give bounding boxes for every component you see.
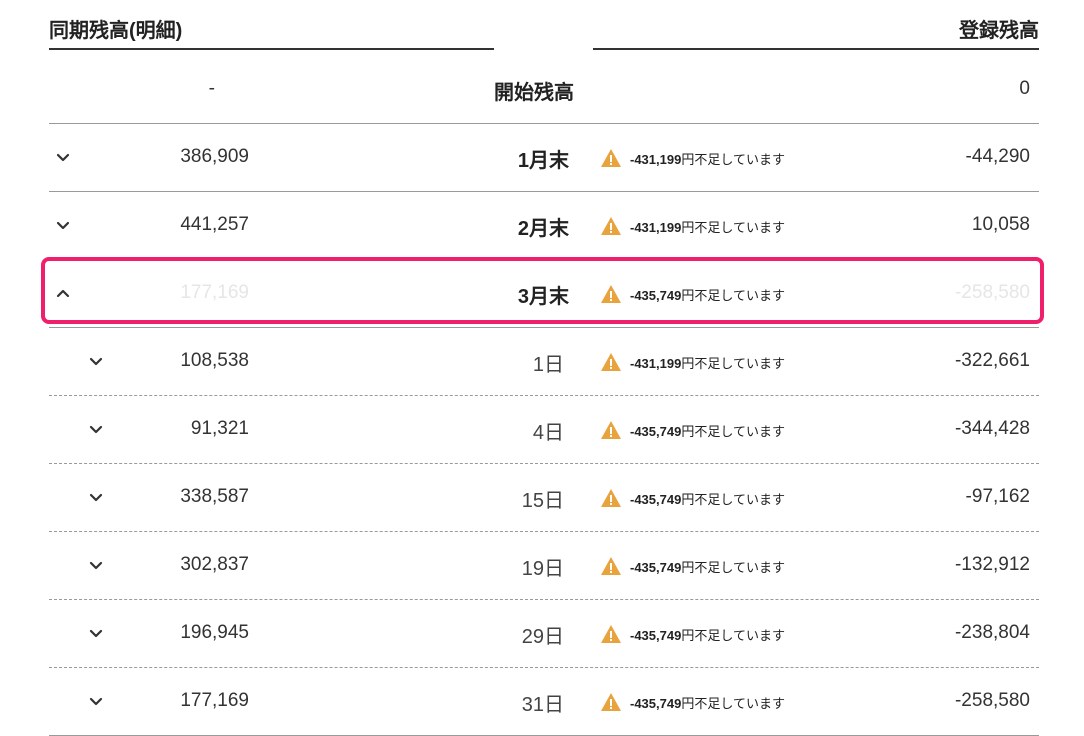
day-label: 31日 <box>521 694 564 716</box>
chevron-down-icon[interactable] <box>87 420 105 438</box>
header-right: 登録残高 <box>593 0 1039 50</box>
warning-text: -431,199円不足しています <box>630 355 785 371</box>
warning-triangle-icon <box>601 285 621 303</box>
day-label: 4日 <box>532 422 564 444</box>
header-left: 同期残高(明細) <box>49 0 494 50</box>
warning-triangle-icon <box>601 489 621 507</box>
registered-balance: -132,912 <box>954 554 1030 575</box>
start-balance-label: 開始残高 <box>494 82 574 104</box>
synced-balance: 177,169 <box>180 690 249 711</box>
shortage-warning: -431,199円不足しています <box>600 147 785 169</box>
registered-balance: 10,058 <box>971 214 1030 235</box>
day-row[interactable]: 196,945 29日 -435,749円不足しています -238,804 <box>49 600 1039 668</box>
registered-balance: -258,580 <box>954 690 1030 711</box>
warning-triangle-icon <box>601 149 621 167</box>
warning-triangle-icon <box>601 625 621 643</box>
synced-balance: 386,909 <box>180 146 249 167</box>
synced-balance-title: 同期残高(明細) <box>49 20 183 42</box>
warning-text: -435,749円不足しています <box>630 287 785 303</box>
shortage-warning: -431,199円不足しています <box>600 351 785 373</box>
warning-triangle-icon <box>601 557 621 575</box>
chevron-down-icon[interactable] <box>87 692 105 710</box>
shortage-warning: -435,749円不足しています <box>600 555 785 577</box>
balance-table-header: 同期残高(明細) 登録残高 <box>0 0 1084 52</box>
day-label: 19日 <box>521 558 564 580</box>
chevron-down-icon[interactable] <box>54 148 72 166</box>
synced-balance: 196,945 <box>180 622 249 643</box>
shortage-warning: -431,199円不足しています <box>600 215 785 237</box>
warning-text: -435,749円不足しています <box>630 491 785 507</box>
period-label: 3月末 <box>517 286 569 308</box>
synced-balance: 338,587 <box>180 486 249 507</box>
registered-balance: -258,580 <box>954 282 1030 303</box>
warning-text: -435,749円不足しています <box>630 695 785 711</box>
registered-balance: -44,290 <box>965 146 1030 167</box>
warning-triangle-icon <box>601 217 621 235</box>
day-row[interactable]: 91,321 4日 -435,749円不足しています -344,428 <box>49 396 1039 464</box>
shortage-warning: -435,749円不足しています <box>600 623 785 645</box>
warning-triangle-icon <box>601 421 621 439</box>
period-label: 1月末 <box>517 150 569 172</box>
registered-balance: -238,804 <box>954 622 1030 643</box>
day-row[interactable]: 338,587 15日 -435,749円不足しています -97,162 <box>49 464 1039 532</box>
registered-balance-title: 登録残高 <box>959 20 1039 42</box>
chevron-down-icon[interactable] <box>54 216 72 234</box>
month-row-expanded[interactable]: 177,169 3月末 -435,749円不足しています -258,580 <box>49 260 1039 328</box>
shortage-warning: -435,749円不足しています <box>600 487 785 509</box>
chevron-down-icon[interactable] <box>87 624 105 642</box>
month-row[interactable]: 386,909 1月末 -431,199円不足しています -44,290 <box>49 124 1039 192</box>
synced-balance: 108,538 <box>180 350 249 371</box>
start-balance-row: - 開始残高 0 <box>49 56 1039 124</box>
shortage-warning: -435,749円不足しています <box>600 691 785 713</box>
chevron-down-icon[interactable] <box>87 488 105 506</box>
synced-balance: 177,169 <box>180 282 249 303</box>
period-label: 2月末 <box>517 218 569 240</box>
day-row[interactable]: 108,538 1日 -431,199円不足しています -322,661 <box>49 328 1039 396</box>
synced-balance: 441,257 <box>180 214 249 235</box>
shortage-warning: -435,749円不足しています <box>600 419 785 441</box>
warning-text: -431,199円不足しています <box>630 151 785 167</box>
warning-text: -435,749円不足しています <box>630 627 785 643</box>
start-synced-balance: - <box>208 78 215 99</box>
balance-table: - 開始残高 0 386,909 1月末 -431,199円不足しています -4… <box>49 56 1039 736</box>
warning-triangle-icon <box>601 693 621 711</box>
start-registered-balance: 0 <box>1019 78 1030 99</box>
registered-balance: -97,162 <box>965 486 1030 507</box>
day-row[interactable]: 302,837 19日 -435,749円不足しています -132,912 <box>49 532 1039 600</box>
shortage-warning: -435,749円不足しています <box>600 283 785 305</box>
registered-balance: -322,661 <box>954 350 1030 371</box>
warning-text: -435,749円不足しています <box>630 559 785 575</box>
warning-text: -431,199円不足しています <box>630 219 785 235</box>
day-row[interactable]: 177,169 31日 -435,749円不足しています -258,580 <box>49 668 1039 736</box>
synced-balance: 302,837 <box>180 554 249 575</box>
warning-text: -435,749円不足しています <box>630 423 785 439</box>
chevron-down-icon[interactable] <box>87 556 105 574</box>
synced-balance: 91,321 <box>190 418 249 439</box>
chevron-down-icon[interactable] <box>87 352 105 370</box>
warning-triangle-icon <box>601 353 621 371</box>
chevron-up-icon[interactable] <box>54 284 72 302</box>
day-label: 29日 <box>521 626 564 648</box>
registered-balance: -344,428 <box>954 418 1030 439</box>
month-row[interactable]: 441,257 2月末 -431,199円不足しています 10,058 <box>49 192 1039 260</box>
day-label: 1日 <box>532 354 564 376</box>
day-label: 15日 <box>521 490 564 512</box>
